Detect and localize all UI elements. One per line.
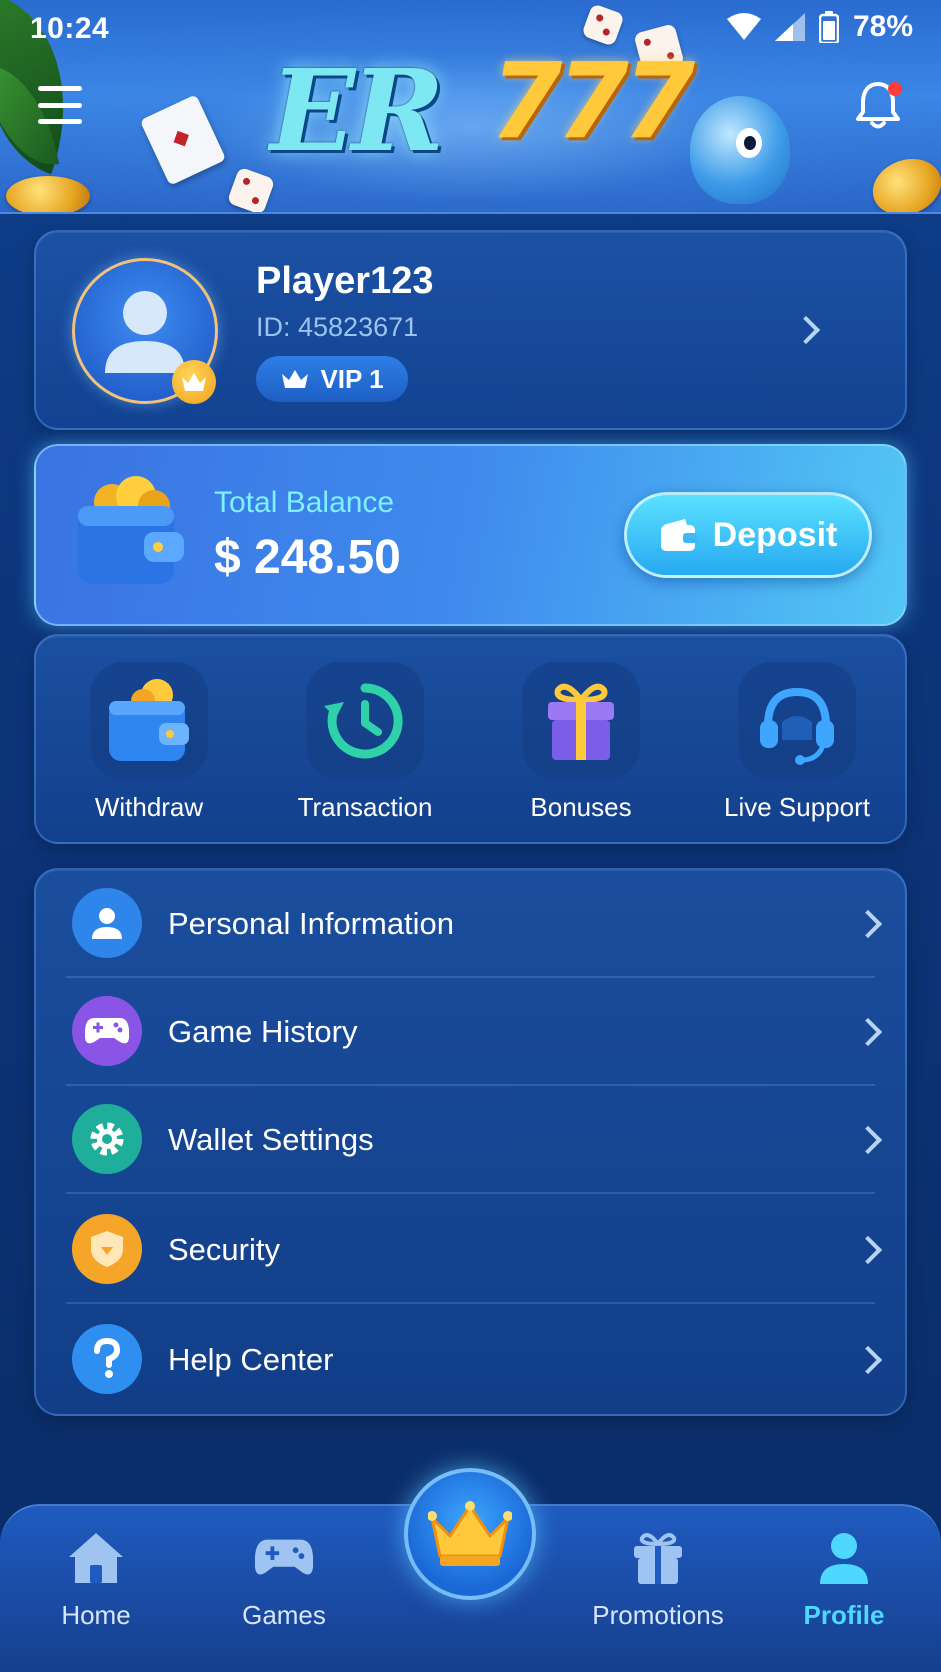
playing-card-decoration (139, 94, 227, 186)
coin-decoration (864, 149, 941, 212)
nav-promotions[interactable]: Promotions (578, 1528, 738, 1638)
crown-icon (182, 373, 206, 391)
status-icons: 78% (726, 10, 913, 44)
user-id: ID: 45823671 (256, 312, 419, 342)
transaction-label: Transaction (297, 792, 433, 822)
user-icon (814, 1528, 874, 1588)
menu-item-label: Help Center (168, 1342, 334, 1377)
total-balance-label: Total Balance (214, 486, 395, 519)
nav-label: Home (61, 1600, 131, 1630)
bonuses-button[interactable]: Bonuses (481, 662, 681, 822)
bonuses-label: Bonuses (530, 792, 632, 822)
nav-games[interactable]: Games (204, 1528, 364, 1638)
menu-item-label: Personal Information (168, 906, 455, 941)
hamburger-menu-icon[interactable] (38, 86, 82, 124)
withdraw-button[interactable]: Withdraw (49, 662, 249, 822)
chevron-right-icon (853, 1235, 883, 1265)
balance-card: Total Balance $ 248.50 Deposit (34, 444, 907, 626)
gift-icon (628, 1528, 688, 1588)
live-support-label: Live Support (724, 792, 870, 822)
chevron-right-icon (853, 1125, 883, 1155)
crown-icon (428, 1501, 512, 1566)
chevron-right-icon (853, 1017, 883, 1047)
shield-icon (72, 1214, 142, 1284)
nav-label: Promotions (592, 1600, 724, 1630)
app-logo: ER 777 (270, 40, 695, 180)
menu-item-label: Game History (168, 1014, 358, 1049)
transaction-button[interactable]: Transaction (265, 662, 465, 822)
profile-card[interactable]: Player123 ID: 45823671 VIP 1 (34, 230, 907, 430)
withdraw-label: Withdraw (94, 792, 204, 822)
vip-level-badge: VIP 1 (256, 356, 408, 402)
cellular-signal-icon (774, 13, 805, 41)
nav-label: Games (242, 1600, 326, 1630)
deposit-button[interactable]: Deposit (624, 492, 872, 578)
gear-icon (72, 1104, 142, 1174)
menu-item-security[interactable]: Security (36, 1196, 905, 1304)
mascot-character (690, 96, 790, 204)
menu-item-label: Wallet Settings (168, 1122, 374, 1157)
logo-er-text: ER (270, 46, 444, 177)
dice-decoration (226, 166, 276, 212)
divider (66, 1192, 875, 1194)
nav-profile[interactable]: Profile (764, 1528, 924, 1638)
total-balance-value: $ 248.50 (214, 531, 401, 584)
coin-decoration (6, 176, 90, 212)
quick-actions-panel: Withdraw Transaction Bonuses Live Suppor… (34, 634, 907, 844)
crown-icon (282, 370, 309, 388)
menu-item-wallet-settings[interactable]: Wallet Settings (36, 1086, 905, 1194)
deposit-label: Deposit (712, 515, 838, 554)
gamepad-icon (254, 1528, 314, 1588)
history-clock-icon (324, 683, 403, 759)
notification-bell-icon[interactable] (854, 80, 906, 132)
battery-percentage: 78% (852, 10, 913, 43)
gift-icon (548, 683, 614, 760)
menu-item-personal-information[interactable]: Personal Information (36, 870, 905, 978)
headset-icon (760, 687, 834, 765)
divider (66, 1302, 875, 1304)
gamepad-icon (72, 996, 142, 1066)
username: Player123 (256, 260, 434, 302)
chevron-right-icon (853, 909, 883, 939)
logo-777-text: 777 (490, 40, 695, 162)
home-icon (66, 1528, 126, 1588)
status-time: 10:24 (30, 12, 110, 45)
question-icon (72, 1324, 142, 1394)
nav-label: Profile (803, 1600, 885, 1630)
wallet-coins-icon (78, 476, 184, 584)
account-menu-list: Personal Information Game History Wallet… (34, 868, 907, 1416)
chevron-right-icon (853, 1345, 883, 1375)
menu-item-help-center[interactable]: Help Center (36, 1306, 905, 1414)
chevron-right-icon (791, 315, 821, 345)
menu-item-game-history[interactable]: Game History (36, 978, 905, 1086)
app-header: 10:24 78% ER 777 (0, 0, 941, 214)
vip-crown-badge (172, 360, 216, 404)
battery-icon (818, 11, 839, 43)
user-icon (72, 888, 142, 958)
notification-dot (888, 82, 902, 96)
nav-center-crown-button[interactable] (404, 1468, 536, 1600)
wifi-icon (726, 13, 761, 40)
menu-item-label: Security (168, 1232, 280, 1267)
wallet-icon (109, 679, 189, 761)
live-support-button[interactable]: Live Support (697, 662, 897, 822)
nav-home[interactable]: Home (16, 1528, 176, 1638)
vip-level-label: VIP 1 (320, 363, 384, 394)
wallet-icon (660, 519, 697, 551)
